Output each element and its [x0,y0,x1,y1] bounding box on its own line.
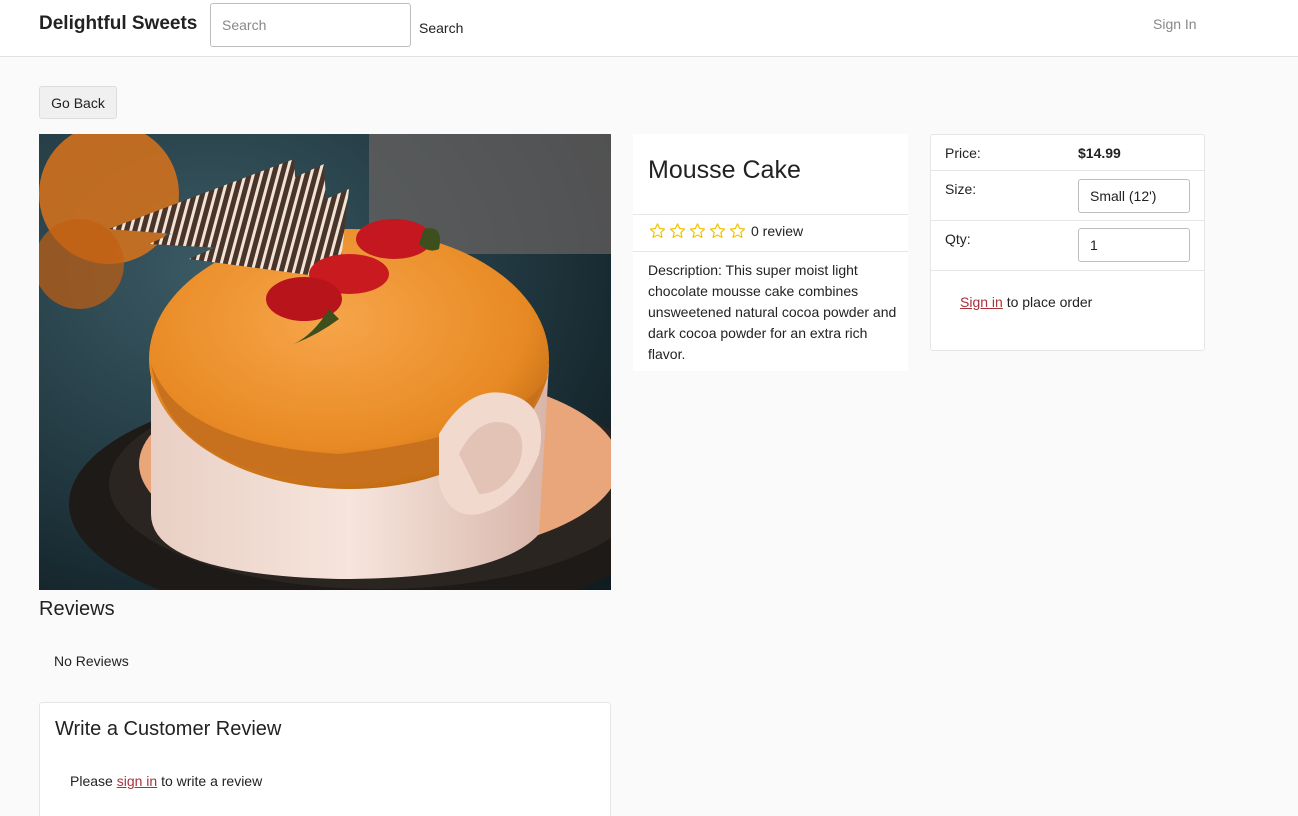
mousse-cake-illustration [39,134,611,590]
sign-in-link[interactable]: Sign In [1153,16,1197,32]
product-info-card: Mousse Cake 0 review Description: This s… [633,134,908,371]
brand-logo[interactable]: Delightful Sweets [39,13,197,35]
product-image [39,134,611,590]
star-outline-icon [649,223,666,238]
qty-label: Qty: [945,231,971,247]
write-review-card: Write a Customer Review Please sign in t… [39,702,611,816]
no-reviews-text: No Reviews [54,653,129,669]
size-select[interactable]: Small (12') [1078,179,1190,213]
product-description: Description: This super moist light choc… [648,262,897,362]
go-back-button[interactable]: Go Back [39,86,117,119]
qty-row: Qty: 1 [931,221,1204,271]
write-review-signin: Please sign in to write a review [70,773,262,789]
price-label: Price: [945,145,981,161]
product-title: Mousse Cake [648,156,801,184]
star-outline-icon [689,223,706,238]
write-review-suffix: to write a review [161,773,263,789]
size-row: Size: Small (12') [931,171,1204,221]
search-button[interactable]: Search [419,20,463,36]
star-outline-icon [669,223,686,238]
star-outline-icon [729,223,746,238]
signin-to-order: Sign in to place order [960,294,1092,310]
write-review-heading: Write a Customer Review [55,718,282,740]
signin-order-suffix: to place order [1006,294,1093,310]
top-navbar: Delightful Sweets Search Sign In [0,0,1298,57]
divider [633,214,908,215]
price-row: Price: $14.99 [931,135,1204,171]
review-count: 0 review [751,223,804,239]
reviews-heading: Reviews [39,598,115,620]
divider [633,251,908,252]
size-label: Size: [945,181,977,197]
search-input[interactable] [210,3,411,47]
price-value: $14.99 [1078,145,1121,161]
qty-select[interactable]: 1 [1078,228,1190,262]
order-card: Price: $14.99 Size: Small (12') Qty: 1 S… [930,134,1205,351]
write-review-signin-link[interactable]: sign in [117,773,157,789]
signin-order-link[interactable]: Sign in [960,294,1003,310]
write-review-prefix: Please [70,773,113,789]
rating-stars: 0 review [648,222,803,240]
star-outline-icon [709,223,726,238]
